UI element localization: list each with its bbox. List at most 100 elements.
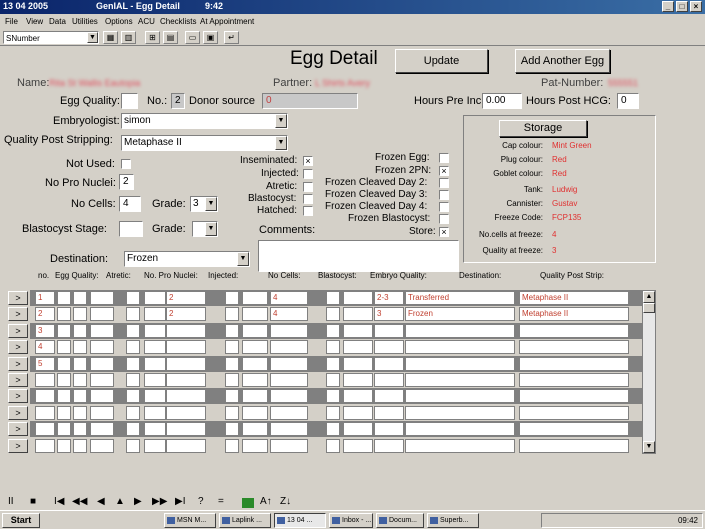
table-cell[interactable] (242, 438, 268, 453)
table-cell[interactable] (57, 422, 71, 437)
table-cell[interactable] (225, 307, 239, 322)
frozen-2pn-checkbox[interactable]: × (439, 166, 449, 176)
table-cell[interactable] (73, 389, 87, 404)
table-cell[interactable] (57, 405, 71, 420)
stop-icon[interactable]: ■ (30, 496, 36, 507)
blastocyst-stage-field[interactable] (119, 221, 143, 237)
chevron-down-icon[interactable]: ▼ (275, 114, 287, 128)
table-cell-qps[interactable]: Metaphase II (519, 307, 629, 322)
table-cell[interactable] (343, 307, 373, 322)
table-cell-pn[interactable]: 2 (166, 291, 206, 305)
chevron-down-icon[interactable]: ▼ (275, 136, 287, 150)
frozen-day4-checkbox[interactable] (439, 202, 449, 212)
table-cell-dest[interactable]: Transferred (405, 291, 515, 305)
table-cell[interactable] (225, 422, 239, 437)
table-cell[interactable] (144, 356, 166, 371)
chevron-down-icon[interactable]: ▼ (87, 32, 98, 43)
table-cell[interactable] (73, 323, 87, 338)
table-cell[interactable] (144, 340, 166, 355)
table-cell-no[interactable] (35, 389, 55, 404)
table-cell[interactable] (225, 340, 239, 355)
table-cell[interactable] (225, 438, 239, 453)
store-checkbox[interactable]: × (439, 227, 449, 237)
table-cell-eq[interactable] (374, 356, 404, 371)
table-cell-eq[interactable] (374, 438, 404, 453)
table-cell[interactable] (73, 373, 87, 387)
table-cell[interactable] (126, 389, 140, 404)
table-cell-cells[interactable]: 4 (270, 291, 308, 305)
table-cell[interactable] (73, 438, 87, 453)
table-cell[interactable] (326, 307, 340, 322)
table-cell-cells[interactable] (270, 323, 308, 338)
start-button[interactable]: Start (2, 513, 40, 528)
table-cell[interactable] (90, 405, 114, 420)
table-cell-no[interactable]: 2 (35, 307, 55, 322)
sort-descending-icon[interactable]: Z↓ (280, 496, 291, 507)
row-select-button[interactable]: > (8, 389, 28, 404)
table-cell[interactable] (225, 356, 239, 371)
row-select-button[interactable]: > (8, 307, 28, 322)
table-cell[interactable] (326, 323, 340, 338)
no-field[interactable]: 2 (171, 93, 185, 109)
donor-source-field[interactable]: 0 (262, 93, 358, 109)
document-icon[interactable]: ▤ (163, 31, 178, 44)
next-record-icon[interactable]: ▶ (134, 496, 142, 507)
table-cell[interactable] (343, 323, 373, 338)
storage-button[interactable]: Storage (499, 120, 587, 137)
table-cell[interactable] (343, 389, 373, 404)
chevron-down-icon[interactable]: ▼ (237, 252, 249, 266)
previous-record-icon[interactable]: ◀ (97, 496, 105, 507)
table-cell[interactable] (144, 323, 166, 338)
table-cell-pn[interactable] (166, 438, 206, 453)
table-cell[interactable] (343, 438, 373, 453)
table-cell-eq[interactable] (374, 405, 404, 420)
table-cell-pn[interactable] (166, 373, 206, 387)
taskbar-item-msn[interactable]: MSN M... (164, 513, 216, 528)
table-cell[interactable] (144, 373, 166, 387)
table-cell-eq[interactable]: 3 (374, 307, 404, 322)
table-cell[interactable] (57, 373, 71, 387)
table-cell-cells[interactable] (270, 389, 308, 404)
frozen-day3-checkbox[interactable] (439, 190, 449, 200)
table-cell-dest[interactable] (405, 340, 515, 355)
table-cell-qps[interactable] (519, 356, 629, 371)
taskbar-item-documents[interactable]: Docum... (376, 513, 424, 528)
menu-file[interactable]: File (5, 17, 18, 26)
folder-icon[interactable]: ▭ (185, 31, 200, 44)
row-select-button[interactable]: > (8, 340, 28, 355)
last-record-icon[interactable]: ▶I (175, 496, 185, 507)
rewind-icon[interactable]: ◀◀ (72, 496, 87, 507)
table-cell-dest[interactable]: Frozen (405, 307, 515, 322)
chevron-down-icon[interactable]: ▼ (205, 197, 217, 211)
tree-icon[interactable]: ⊞ (145, 31, 160, 44)
table-cell[interactable] (144, 307, 166, 322)
row-select-button[interactable]: > (8, 356, 28, 371)
table-cell[interactable] (144, 291, 166, 305)
up-icon[interactable]: ▲ (115, 496, 125, 507)
table-cell-no[interactable]: 1 (35, 291, 55, 305)
hatched-checkbox[interactable] (303, 206, 313, 216)
grade-select[interactable]: 3 ▼ (190, 196, 218, 212)
table-cell[interactable] (144, 438, 166, 453)
table-cell-eq[interactable] (374, 340, 404, 355)
table-cell[interactable] (242, 373, 268, 387)
table-cell[interactable] (326, 389, 340, 404)
row-select-button[interactable]: > (8, 438, 28, 453)
table-cell[interactable] (144, 405, 166, 420)
injected-checkbox[interactable] (303, 169, 313, 179)
atretic-checkbox[interactable] (303, 182, 313, 192)
menu-data[interactable]: Data (49, 17, 66, 26)
table-cell-no[interactable] (35, 422, 55, 437)
table-cell[interactable] (144, 422, 166, 437)
table-cell[interactable] (343, 356, 373, 371)
table-cell[interactable] (90, 356, 114, 371)
table-cell-cells[interactable] (270, 340, 308, 355)
table-cell[interactable] (90, 373, 114, 387)
scroll-down-icon[interactable]: ▼ (643, 441, 655, 453)
table-cell[interactable] (225, 405, 239, 420)
table-cell[interactable] (225, 373, 239, 387)
table-cell[interactable] (242, 356, 268, 371)
table-cell[interactable] (343, 422, 373, 437)
scroll-up-icon[interactable]: ▲ (643, 291, 655, 303)
table-cell[interactable] (343, 405, 373, 420)
